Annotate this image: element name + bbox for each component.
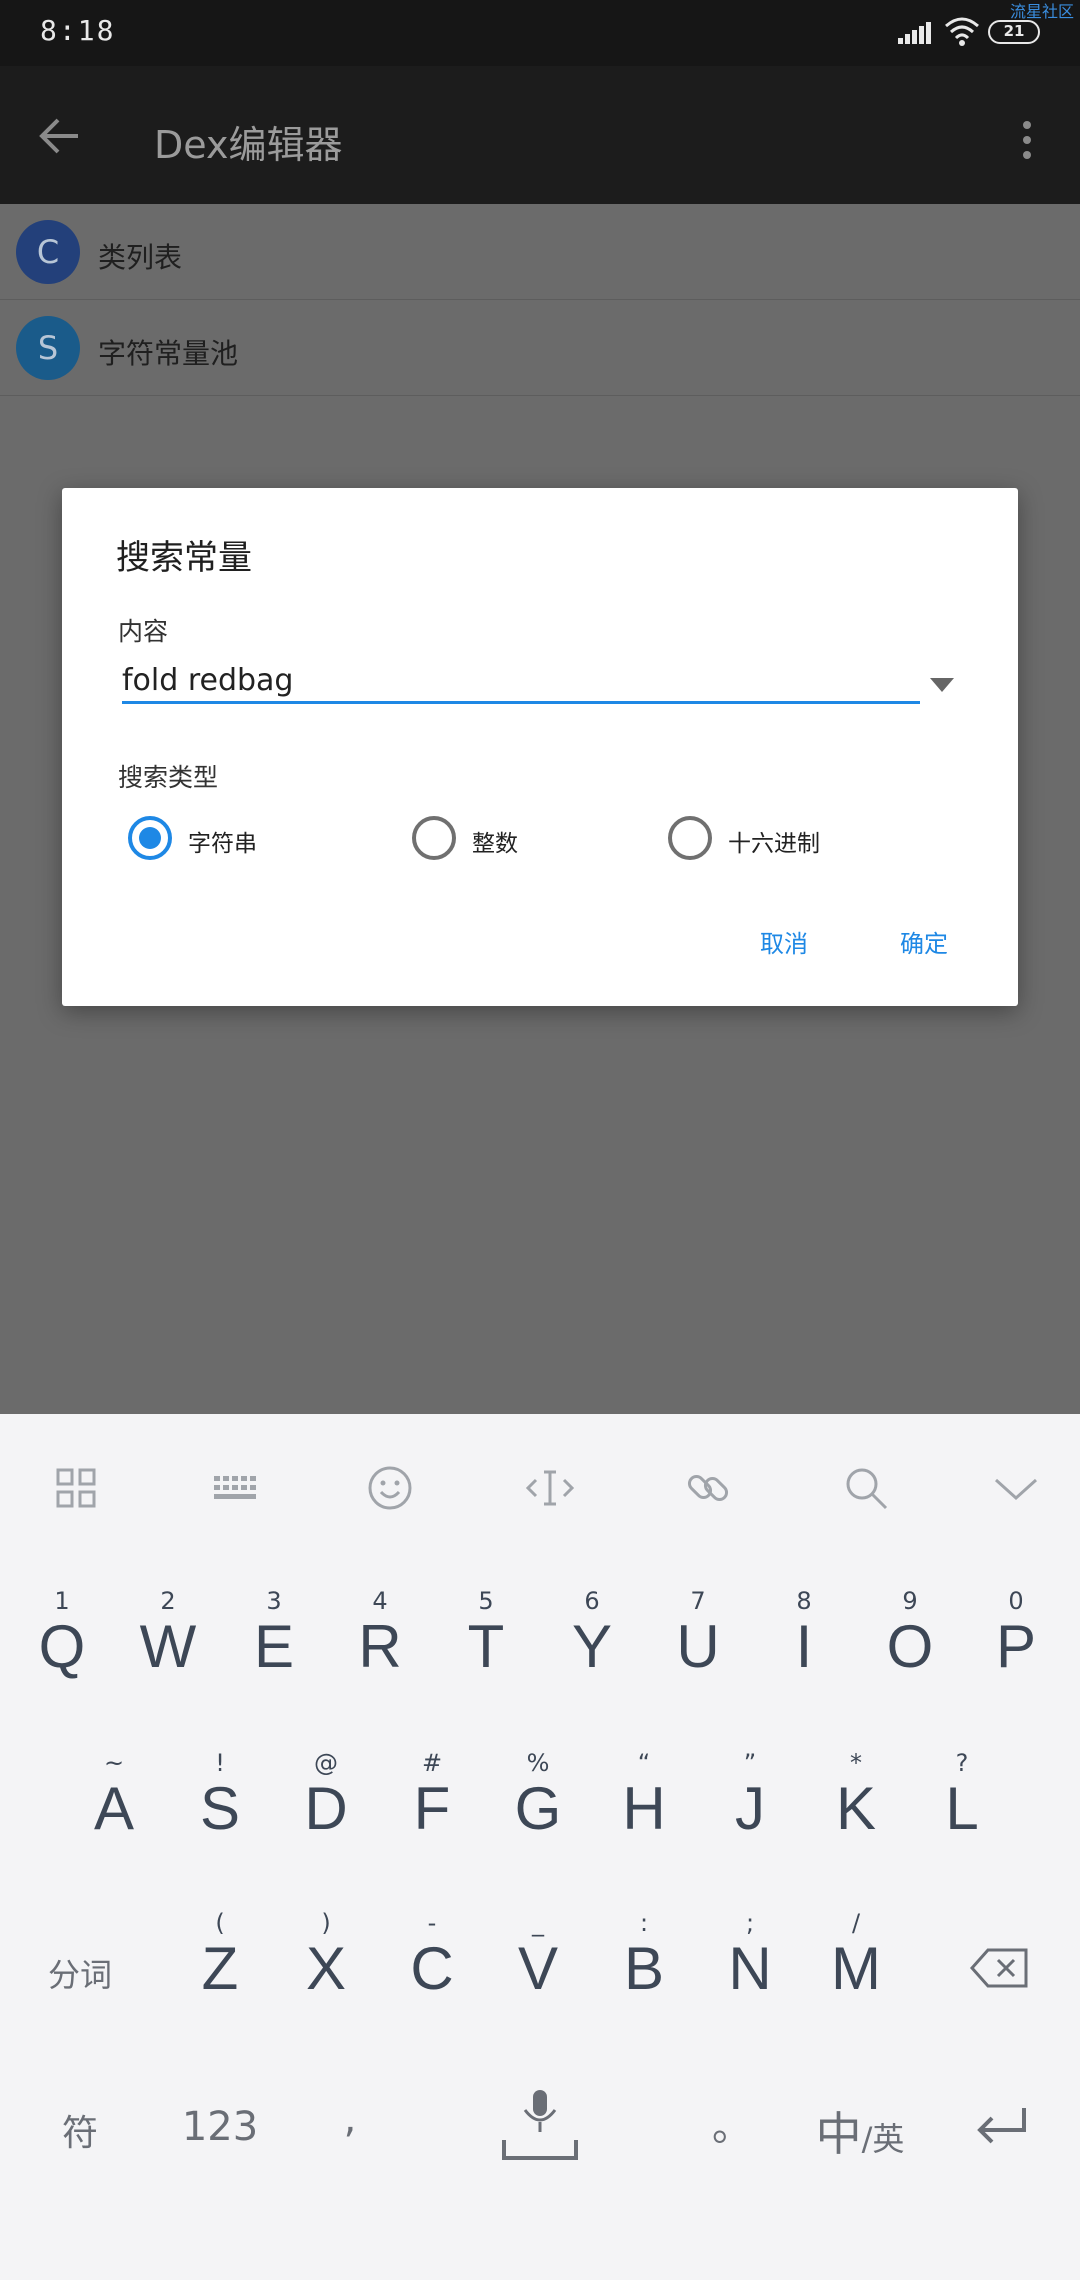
microphone-icon[interactable] [500,2088,580,2162]
key-x[interactable]: ) X [276,1908,376,2000]
content-label: 内容 [118,617,169,646]
key-u[interactable]: 7U [648,1586,748,1678]
key-b[interactable]: :B [594,1908,694,2000]
enter-icon[interactable] [974,2104,1030,2148]
list-item-label: 字符常量池 [98,337,239,370]
key-i[interactable]: 8I [754,1586,854,1678]
key-o[interactable]: 9O [860,1586,960,1678]
segment-key[interactable]: 分词 [30,1950,130,1996]
link-icon[interactable] [680,1460,736,1516]
battery-indicator: 21 [988,20,1040,44]
number-key[interactable]: 123 [170,2104,270,2150]
list-item-label: 类列表 [98,241,183,274]
watermark-text: 流星社区 [1009,2,1074,21]
key-v[interactable]: _ V [488,1908,588,2000]
app-title: Dex编辑器 [154,123,343,167]
key-q[interactable]: 1Q [12,1586,112,1678]
cursor-icon[interactable] [522,1460,578,1516]
key-l[interactable]: ? L [912,1748,1012,1840]
radio-unchecked-icon[interactable] [668,816,712,860]
key-k[interactable]: * K [806,1748,906,1840]
string-badge-avatar: S [16,316,80,380]
key-j[interactable]: ” J [700,1748,800,1840]
class-badge-avatar: C [16,220,80,284]
key-h[interactable]: “H [594,1748,694,1840]
emoji-icon[interactable] [362,1460,418,1516]
key-f[interactable]: # F [382,1748,482,1840]
comma-key[interactable]: , [300,2096,400,2142]
key-w[interactable]: 2W [118,1586,218,1678]
more-options-icon[interactable] [1016,120,1038,160]
radio-label: 十六进制 [728,831,820,857]
soft-keyboard: 1Q 2W 3E 4R 5T 6Y 7U 8I 9O 0P ~ A ! S @ D #… [0,1414,1080,2280]
key-m[interactable]: / M [806,1908,906,2000]
signal-icon [898,22,931,44]
search-type-label: 搜索类型 [118,763,219,792]
radio-label: 字符串 [188,831,257,857]
radio-label: 整数 [472,831,518,857]
list-item-string-pool[interactable]: S 字符常量池 [0,300,1080,396]
content-list: C 类列表 S 字符常量池 [0,204,1080,396]
collapse-icon[interactable] [988,1460,1044,1516]
radio-unchecked-icon[interactable] [412,816,456,860]
status-time: 8:18 [40,14,116,47]
period-key[interactable]: 。 [682,2094,782,2152]
backspace-icon[interactable] [970,1946,1030,1990]
key-y[interactable]: 6Y [542,1586,642,1678]
dropdown-arrow-icon[interactable] [930,678,954,694]
search-constant-dialog: 搜索常量 内容 搜索类型 字符串 整数 十六进制 取消 确定 [62,488,1018,1006]
search-icon[interactable] [838,1460,894,1516]
key-p[interactable]: 0P [966,1586,1066,1678]
key-t[interactable]: 5T [436,1586,536,1678]
key-a[interactable]: ~ A [64,1748,164,1840]
app-bar: Dex编辑器 [0,66,1080,204]
language-switch-key[interactable]: 中/英 [800,2098,920,2164]
content-input[interactable] [122,660,920,704]
key-z[interactable]: (Z [170,1908,270,2000]
keyboard-icon[interactable] [206,1460,262,1516]
back-arrow-icon[interactable] [38,114,82,158]
language-main-label: 中 [815,2107,862,2161]
key-n[interactable]: ; N [700,1908,800,2000]
radio-checked-icon[interactable] [128,816,172,860]
cancel-button[interactable]: 取消 [760,924,808,959]
symbol-key[interactable]: 符 [30,2104,130,2156]
ok-button[interactable]: 确定 [900,924,948,959]
dialog-title: 搜索常量 [116,538,252,578]
wifi-icon [945,17,979,46]
status-bar: 8:18 流星社区 21 [0,0,1080,66]
grid-icon[interactable] [48,1460,104,1516]
key-d[interactable]: @ D [276,1748,376,1840]
key-s[interactable]: ! S [170,1748,270,1840]
key-c[interactable]: -C [382,1908,482,2000]
language-sub-label: /英 [861,2120,905,2158]
key-e[interactable]: 3E [224,1586,324,1678]
list-item-class-list[interactable]: C 类列表 [0,204,1080,300]
key-r[interactable]: 4R [330,1586,430,1678]
key-g[interactable]: % G [488,1748,588,1840]
